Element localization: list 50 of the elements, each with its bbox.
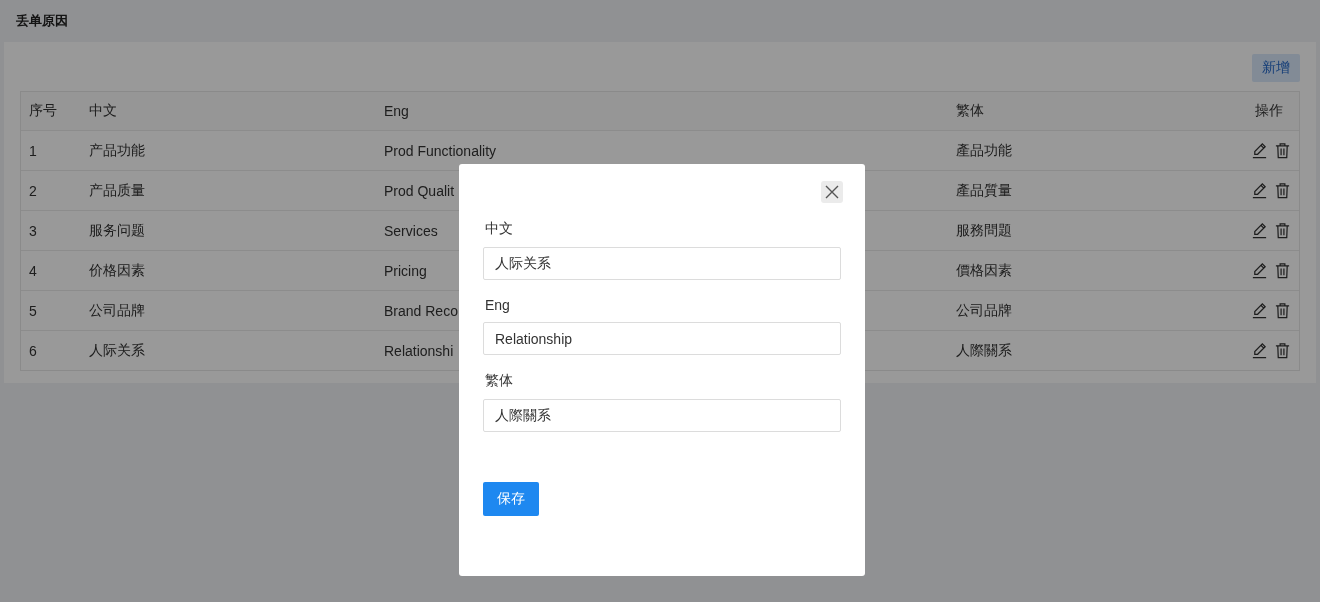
table-cell: 3 (29, 222, 37, 239)
edit-icon[interactable] (1251, 262, 1268, 279)
table-cell: 产品功能 (89, 141, 145, 160)
table-cell: Brand Reco (384, 302, 458, 319)
table-cell: 2 (29, 182, 37, 199)
table-cell: Prod Qualit (384, 182, 455, 199)
table-cell: Relationshi (384, 342, 454, 359)
edit-icon[interactable] (1251, 302, 1268, 319)
page-title: 丢单原因 (16, 12, 68, 30)
column-header: Eng (384, 103, 409, 119)
field-label: 繁体 (485, 372, 514, 390)
trash-icon[interactable] (1274, 262, 1291, 279)
table-cell: 价格因素 (89, 261, 145, 280)
field-label: Eng (485, 297, 511, 313)
input-field[interactable]: 人際關系 (483, 399, 841, 432)
trash-icon[interactable] (1274, 342, 1291, 359)
table-cell: 產品質量 (956, 181, 1012, 200)
table-cell: Services (384, 222, 438, 239)
field-label: 中文 (485, 220, 514, 238)
edit-icon[interactable] (1251, 142, 1268, 159)
trash-icon[interactable] (1274, 302, 1291, 319)
table-cell: 人际关系 (89, 341, 145, 360)
input-field[interactable]: Relationship (483, 322, 841, 355)
table-cell: 5 (29, 302, 37, 319)
input-field[interactable]: 人际关系 (483, 247, 841, 280)
column-header: 序号 (29, 102, 57, 120)
table-cell: 服务问题 (89, 221, 145, 240)
table-cell: 6 (29, 342, 37, 359)
table-cell: 产品质量 (89, 181, 145, 200)
save-button[interactable]: 保存 (483, 482, 539, 516)
table-cell: 1 (29, 142, 37, 159)
column-header: 操作 (1255, 102, 1284, 120)
trash-icon[interactable] (1274, 142, 1291, 159)
table-cell: 公司品牌 (89, 301, 145, 320)
table-cell: 公司品牌 (956, 301, 1012, 320)
edit-icon[interactable] (1251, 222, 1268, 239)
table-cell: Prod Functionality (384, 142, 497, 159)
table-cell: 4 (29, 262, 37, 279)
trash-icon[interactable] (1274, 222, 1291, 239)
edit-icon[interactable] (1251, 342, 1268, 359)
table-cell: 產品功能 (956, 141, 1012, 160)
table-cell: 人際關系 (956, 341, 1012, 360)
column-header: 繁体 (956, 102, 984, 120)
table-cell: Pricing (384, 262, 427, 279)
trash-icon[interactable] (1274, 182, 1291, 199)
table-cell: 價格因素 (956, 261, 1012, 280)
column-header: 中文 (89, 102, 117, 120)
edit-icon[interactable] (1251, 182, 1268, 199)
close-button[interactable] (821, 181, 843, 203)
table-cell: 服務問題 (956, 221, 1012, 240)
